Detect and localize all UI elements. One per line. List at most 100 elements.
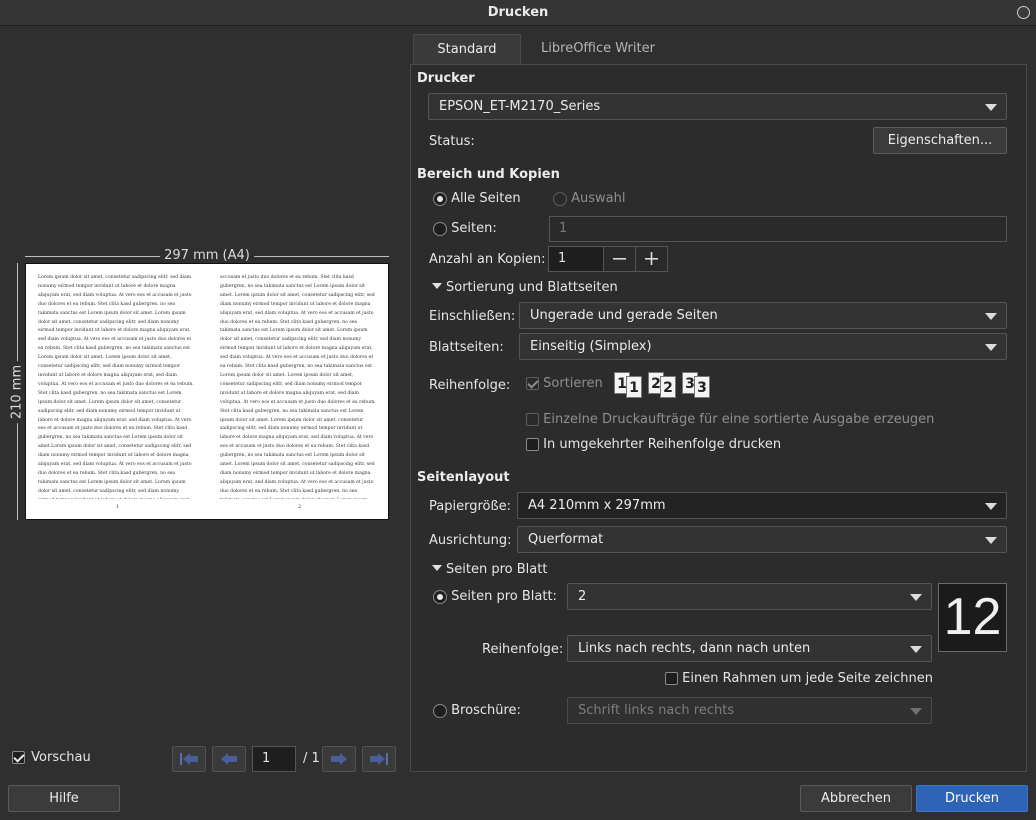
chevron-down-icon — [910, 594, 922, 601]
selection-label: Auswahl — [571, 191, 626, 206]
next-page-button[interactable] — [322, 746, 356, 772]
chevron-down-icon — [985, 537, 997, 544]
separate-jobs-checkbox[interactable] — [526, 413, 539, 426]
previous-page-icon — [221, 753, 237, 765]
tab-standard[interactable]: Standard — [413, 34, 521, 65]
collation-expander-label: Sortierung und Blattseiten — [446, 280, 618, 295]
chevron-down-icon — [985, 344, 997, 351]
brochure-option[interactable]: Broschüre: — [433, 703, 521, 718]
pages-input[interactable]: 1 — [549, 216, 1007, 242]
preview-page-number: 2 — [298, 504, 302, 510]
page-border-checkbox[interactable] — [665, 672, 678, 685]
width-label: 297 mm (A4) — [160, 248, 254, 263]
page-border-label: Einen Rahmen um jede Seite zeichnen — [682, 671, 933, 686]
preview-checkbox[interactable] — [12, 751, 25, 764]
collate-option[interactable]: Sortieren — [526, 376, 603, 391]
title-bar: Drucken — [0, 0, 1036, 26]
help-button[interactable]: Hilfe — [8, 785, 120, 812]
sides-select[interactable]: Einseitig (Simplex) — [519, 333, 1007, 360]
layout-order-value: Links nach rechts, dann nach unten — [578, 641, 811, 656]
pages-per-sheet-radio[interactable] — [433, 589, 447, 604]
previous-page-button[interactable] — [212, 746, 246, 772]
range-section-title: Bereich und Kopien — [417, 167, 560, 182]
close-icon[interactable] — [1017, 6, 1030, 19]
properties-button[interactable]: Eigenschaften... — [873, 127, 1007, 154]
copies-input[interactable]: 1 — [548, 246, 604, 272]
brochure-label: Broschüre: — [451, 703, 521, 718]
orientation-value: Querformat — [528, 532, 604, 547]
pages-per-sheet-expander[interactable]: Seiten pro Blatt — [432, 562, 547, 577]
preview-column-left: Lorem ipsum dolor sit amet, consetetur s… — [38, 275, 194, 499]
brochure-select[interactable]: Schrift links nach rechts — [567, 697, 932, 724]
chevron-down-icon — [910, 646, 922, 653]
plus-icon — [645, 252, 658, 265]
order-label: Reihenfolge: — [429, 378, 511, 393]
chevron-down-icon — [985, 503, 997, 510]
pages-option[interactable]: Seiten: — [433, 221, 497, 236]
increment-button[interactable] — [635, 246, 668, 272]
brochure-value: Schrift links nach rechts — [578, 703, 735, 718]
decrement-button[interactable] — [603, 246, 636, 272]
separate-jobs-label: Einzelne Druckaufträge für eine sortiert… — [543, 412, 935, 427]
all-pages-radio[interactable] — [433, 191, 447, 206]
pages-per-sheet-option[interactable]: Seiten pro Blatt: — [433, 589, 557, 604]
print-preview-page: Lorem ipsum dolor sit amet, consetetur s… — [25, 263, 389, 520]
next-page-icon — [331, 753, 347, 765]
window-title: Drucken — [487, 5, 549, 20]
brochure-radio[interactable] — [433, 703, 447, 718]
all-pages-option[interactable]: Alle Seiten — [433, 191, 521, 206]
sides-select-value: Einseitig (Simplex) — [530, 339, 652, 354]
paper-size-value: A4 210mm x 297mm — [528, 498, 666, 513]
last-page-button[interactable] — [362, 746, 396, 772]
printer-section-title: Drucker — [417, 71, 475, 86]
collate-pages-icon: 1 1 2 2 3 3 — [610, 370, 720, 402]
printer-select[interactable]: EPSON_ET-M2170_Series — [428, 93, 1007, 120]
first-page-button[interactable] — [172, 746, 206, 772]
collation-expander[interactable]: Sortierung und Blattseiten — [432, 280, 618, 295]
pages-per-sheet-preview: 12 — [938, 583, 1007, 652]
selection-option[interactable]: Auswahl — [553, 191, 626, 206]
include-select[interactable]: Ungerade und gerade Seiten — [519, 302, 1007, 329]
sides-label: Blattseiten: — [429, 340, 504, 355]
reverse-order-option[interactable]: In umgekehrter Reihenfolge drucken — [526, 437, 781, 452]
layout-section-title: Seitenlayout — [417, 470, 510, 485]
include-select-value: Ungerade und gerade Seiten — [530, 308, 718, 323]
paper-size-label: Papiergröße: — [429, 499, 512, 514]
expand-triangle-icon — [432, 283, 442, 289]
paper-size-select[interactable]: A4 210mm x 297mm — [517, 492, 1007, 519]
orientation-select[interactable]: Querformat — [517, 526, 1007, 553]
pages-radio[interactable] — [433, 221, 447, 236]
expand-triangle-icon — [432, 565, 442, 571]
page-number-input[interactable]: 1 — [252, 746, 296, 772]
separate-jobs-option[interactable]: Einzelne Druckaufträge für eine sortiert… — [526, 412, 934, 427]
collate-label: Sortieren — [543, 376, 603, 391]
printer-select-value: EPSON_ET-M2170_Series — [439, 99, 601, 114]
pages-label: Seiten: — [451, 221, 497, 236]
chevron-down-icon — [985, 313, 997, 320]
preview-column-right: accusam et justo duo dolores et ea rebum… — [220, 275, 376, 499]
pages-per-sheet-select[interactable]: 2 — [567, 583, 932, 610]
cancel-button[interactable]: Abbrechen — [800, 785, 912, 812]
page-total: / 1 — [303, 751, 320, 766]
collate-checkbox[interactable] — [526, 377, 539, 390]
layout-order-select[interactable]: Links nach rechts, dann nach unten — [567, 635, 932, 662]
height-dimension: 210 mm — [9, 263, 25, 520]
chevron-down-icon — [910, 708, 922, 715]
page-border-option[interactable]: Einen Rahmen um jede Seite zeichnen — [665, 671, 933, 686]
minus-icon — [613, 258, 626, 260]
chevron-down-icon — [985, 104, 997, 111]
copies-label: Anzahl an Kopien: — [429, 252, 546, 267]
orientation-label: Ausrichtung: — [429, 533, 512, 548]
pages-per-sheet-value: 2 — [578, 589, 587, 604]
last-page-icon — [370, 753, 388, 765]
print-button[interactable]: Drucken — [916, 785, 1028, 812]
reverse-order-checkbox[interactable] — [526, 438, 539, 451]
preview-page-number: 1 — [116, 504, 120, 510]
preview-toggle[interactable]: Vorschau — [12, 750, 91, 765]
reverse-order-label: In umgekehrter Reihenfolge drucken — [543, 437, 782, 452]
height-label: 210 mm — [9, 360, 25, 423]
all-pages-label: Alle Seiten — [451, 191, 521, 206]
selection-radio[interactable] — [553, 191, 567, 206]
tab-libreoffice-writer[interactable]: LibreOffice Writer — [523, 34, 673, 65]
layout-order-label: Reihenfolge: — [482, 642, 564, 657]
